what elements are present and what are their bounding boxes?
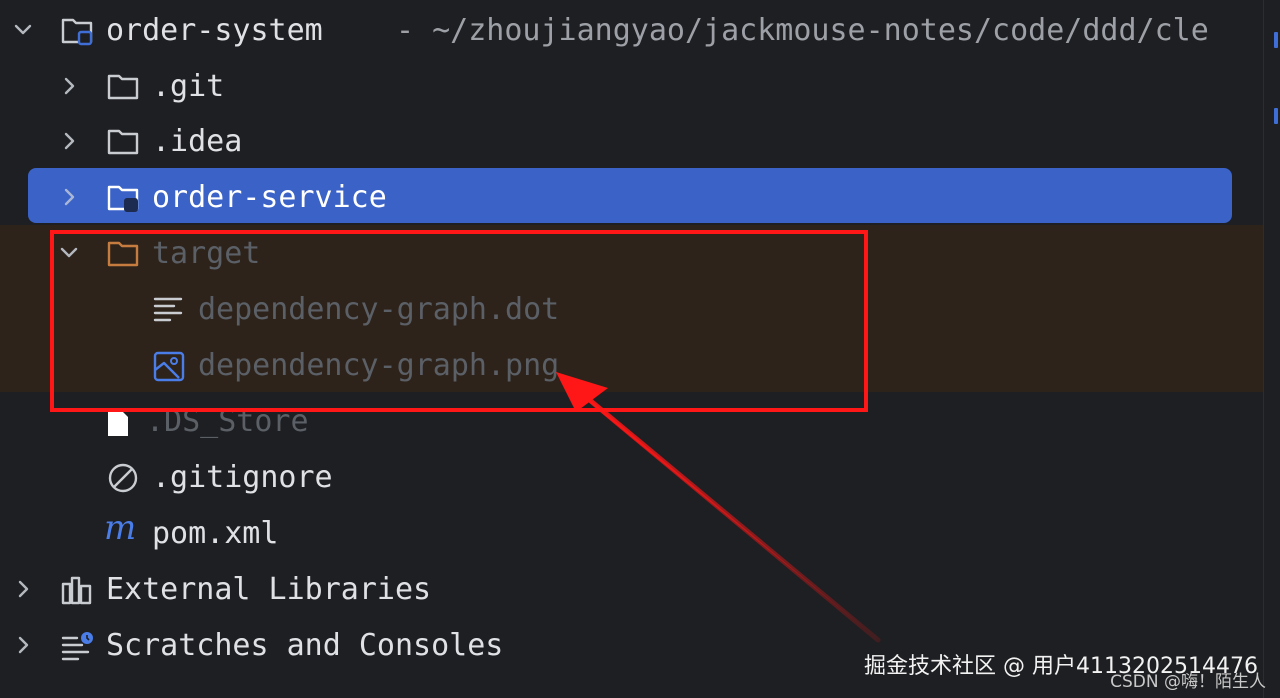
watermark-csdn: CSDN @嗨！陌生人	[1110, 672, 1266, 692]
annotation-arrow	[556, 372, 881, 643]
